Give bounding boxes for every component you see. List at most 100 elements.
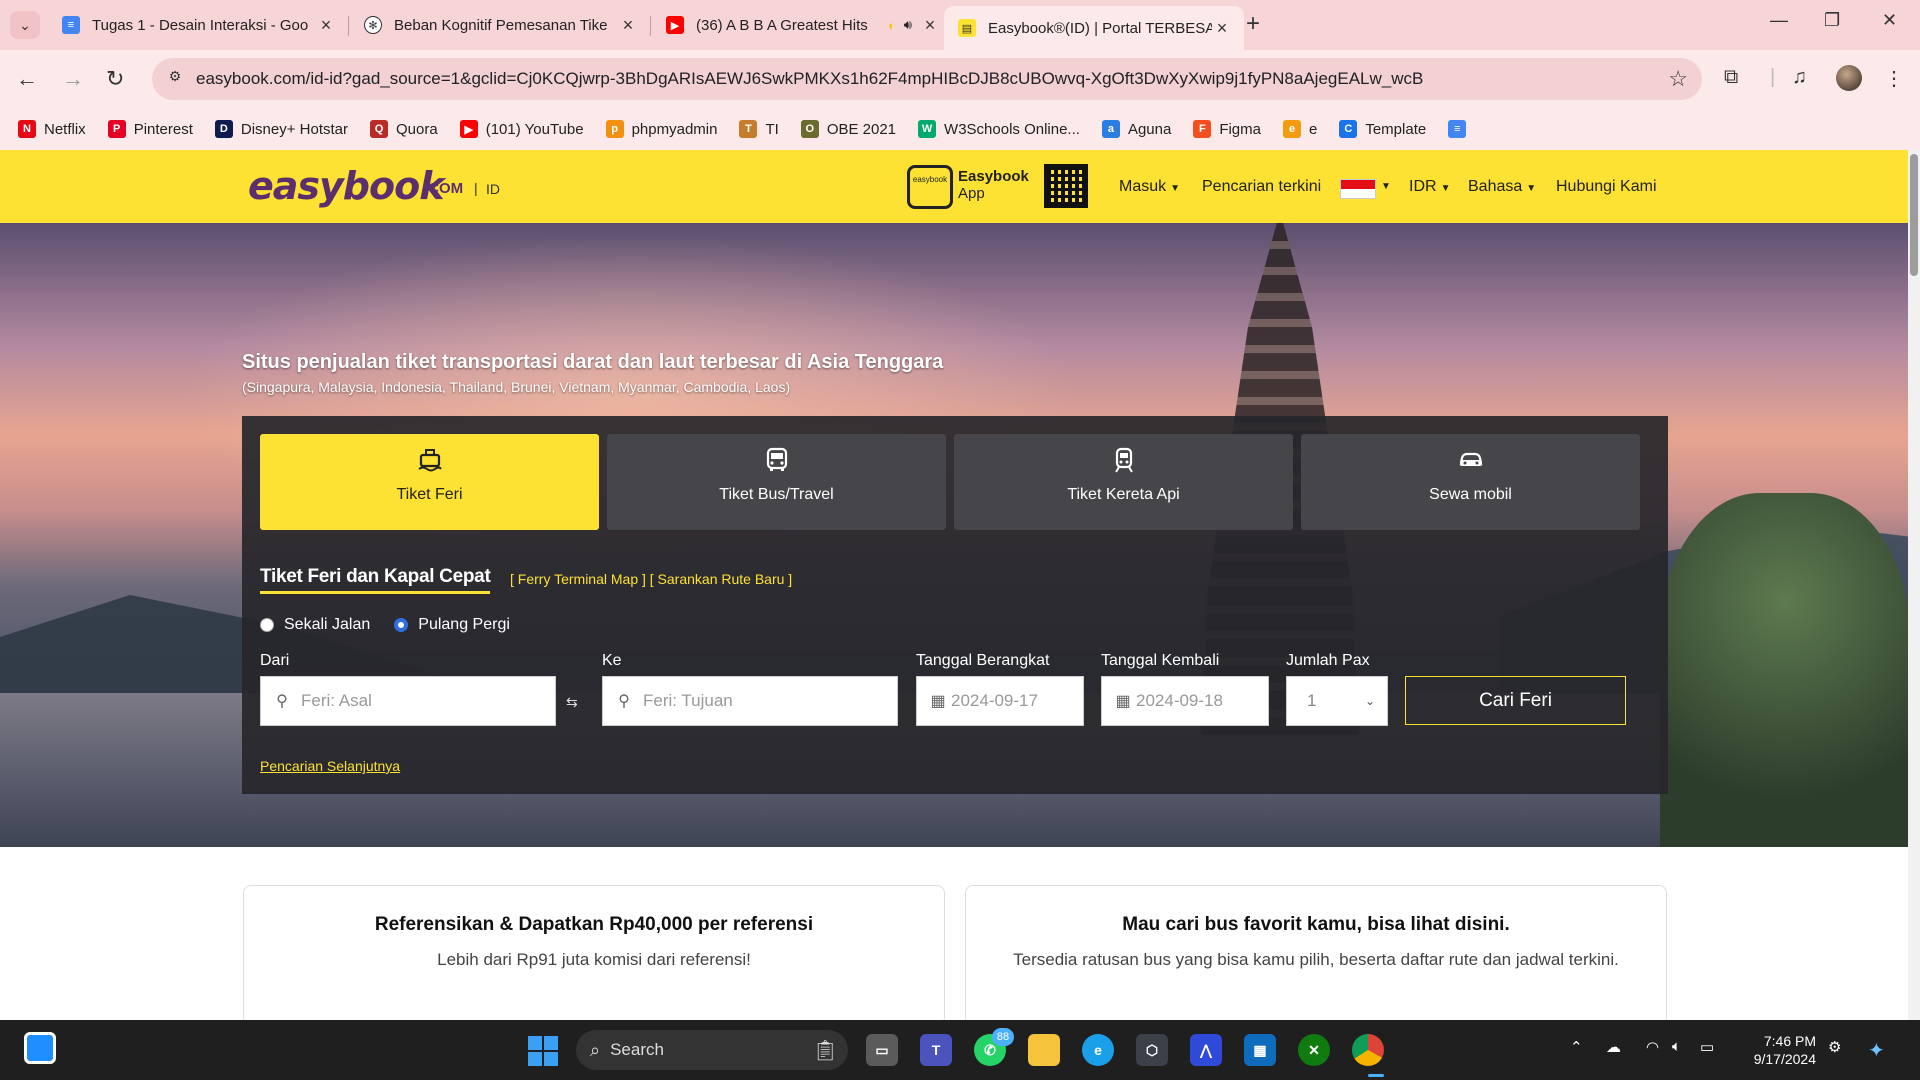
- bookmark-item[interactable]: W W3Schools Online...: [918, 120, 1080, 138]
- to-field[interactable]: ⚲ Feri: Tujuan: [602, 676, 898, 726]
- caret-down-icon: ▼: [1526, 183, 1537, 194]
- one-way-radio[interactable]: [260, 618, 274, 632]
- restore-icon[interactable]: ❐: [1824, 10, 1840, 31]
- bookmark-favicon-icon: N: [18, 120, 36, 138]
- app-link[interactable]: Easybook App: [958, 168, 1029, 202]
- search-ferry-button[interactable]: Cari Feri: [1405, 676, 1626, 725]
- forward-icon[interactable]: →: [62, 66, 84, 92]
- bookmark-item[interactable]: ≡: [1448, 120, 1474, 138]
- app-badge-icon[interactable]: easybook: [907, 165, 953, 209]
- media-control-icon[interactable]: ♫: [1792, 66, 1807, 89]
- url-text[interactable]: easybook.com/id-id?gad_source=1&gclid=Cj…: [196, 69, 1668, 89]
- speaker-icon[interactable]: 🔊︎: [904, 17, 912, 33]
- tray-chevron-icon[interactable]: ⌃: [1570, 1038, 1583, 1056]
- battery-icon[interactable]: ▭: [1700, 1038, 1714, 1056]
- profile-avatar[interactable]: [1836, 65, 1862, 91]
- bookmark-star-icon[interactable]: ☆: [1668, 66, 1688, 92]
- system-clock[interactable]: 7:46 PM 9/17/2024: [1736, 1032, 1816, 1068]
- referral-card[interactable]: Referensikan & Dapatkan Rp40,000 per ref…: [243, 885, 945, 1020]
- scrollbar[interactable]: [1908, 150, 1920, 1020]
- tab-title: Beban Kognitif Pemesanan Tike: [394, 16, 608, 34]
- site-logo[interactable]: easybook: [248, 164, 444, 208]
- new-tab-button[interactable]: +: [1246, 10, 1260, 38]
- bookmark-item[interactable]: a Aguna: [1101, 120, 1172, 138]
- round-trip-radio[interactable]: [394, 618, 409, 632]
- nav-language[interactable]: Bahasa ▼: [1468, 178, 1536, 196]
- widgets-icon[interactable]: [24, 1032, 56, 1064]
- close-icon[interactable]: ×: [1212, 18, 1232, 39]
- wifi-icon[interactable]: ◠: [1646, 1038, 1659, 1056]
- bookmark-item[interactable]: O OBE 2021: [800, 120, 896, 138]
- bookmark-item[interactable]: P Pinterest: [107, 120, 193, 138]
- file-explorer-icon[interactable]: [1028, 1034, 1060, 1066]
- bookmark-item[interactable]: N Netflix: [18, 120, 86, 138]
- from-field[interactable]: ⚲ Feri: Asal: [260, 676, 556, 726]
- bookmark-favicon-icon: W: [918, 120, 937, 138]
- swap-icon[interactable]: ⇆: [566, 694, 578, 711]
- edge-icon[interactable]: e: [1082, 1034, 1114, 1066]
- chrome-icon[interactable]: [1352, 1034, 1384, 1066]
- depart-date-field[interactable]: ▦ 2024-09-17: [916, 676, 1084, 726]
- tab-train[interactable]: Tiket Kereta Api: [954, 434, 1293, 530]
- ferry-links[interactable]: [ Ferry Terminal Map ] [ Sarankan Rute B…: [510, 571, 792, 587]
- close-icon[interactable]: ×: [316, 15, 336, 36]
- tab-separator: [348, 16, 349, 36]
- address-bar[interactable]: ⚙ easybook.com/id-id?gad_source=1&gclid=…: [152, 58, 1702, 100]
- close-icon[interactable]: ×: [920, 15, 940, 36]
- bookmark-item[interactable]: T TI: [739, 120, 779, 138]
- tab-youtube[interactable]: ▶ (36) A B B A Greatest Hits ◐ 🔊︎ ×: [652, 8, 952, 42]
- copilot-icon[interactable]: ✦: [1868, 1038, 1885, 1063]
- caret-down-icon[interactable]: ▼: [1381, 181, 1391, 192]
- app-shield-icon[interactable]: ⬡: [1136, 1034, 1168, 1066]
- tab-search-button[interactable]: ⌄: [10, 11, 40, 39]
- nav-recent-search[interactable]: Pencarian terkini: [1202, 178, 1321, 196]
- nav-login[interactable]: Masuk ▼: [1119, 178, 1180, 196]
- bookmark-item[interactable]: C Template: [1339, 120, 1426, 138]
- menu-icon[interactable]: ⋮: [1884, 66, 1904, 91]
- vscode-like-icon[interactable]: ⋀: [1190, 1034, 1222, 1066]
- close-icon[interactable]: ×: [618, 15, 638, 36]
- return-date-field[interactable]: ▦ 2024-09-18: [1101, 676, 1269, 726]
- scrollbar-thumb[interactable]: [1910, 154, 1918, 276]
- xbox-icon[interactable]: ✕: [1298, 1034, 1330, 1066]
- bookmark-item[interactable]: Q Quora: [370, 120, 438, 138]
- site-info-icon[interactable]: ⚙: [164, 68, 186, 90]
- volume-icon[interactable]: 🔈︎: [1672, 1038, 1681, 1055]
- hero-subtitle: (Singapura, Malaysia, Indonesia, Thailan…: [242, 379, 791, 395]
- bookmark-item[interactable]: ee: [1283, 120, 1317, 138]
- reload-icon[interactable]: ↻: [106, 66, 124, 92]
- minimize-icon[interactable]: —: [1770, 10, 1788, 31]
- trip-type-group: Sekali Jalan Pulang Pergi: [260, 616, 534, 634]
- tab-car-rental[interactable]: Sewa mobil: [1301, 434, 1640, 530]
- bus-card[interactable]: Mau cari bus favorit kamu, bisa lihat di…: [965, 885, 1667, 1020]
- bookmark-item[interactable]: p phpmyadmin: [605, 120, 717, 138]
- extensions-icon[interactable]: ⧉: [1724, 66, 1738, 89]
- tab-chatgpt[interactable]: ✻ Beban Kognitif Pemesanan Tike ×: [350, 8, 650, 42]
- next-search-link[interactable]: Pencarian Selanjutnya: [260, 758, 400, 774]
- tab-ferry[interactable]: Tiket Feri: [260, 434, 599, 530]
- round-trip-label[interactable]: Pulang Pergi: [418, 616, 510, 634]
- tab-bus[interactable]: Tiket Bus/Travel: [607, 434, 946, 530]
- indonesia-flag-icon[interactable]: [1340, 179, 1376, 199]
- car-icon: [1459, 452, 1482, 466]
- settings-gear-icon[interactable]: ⚙: [1828, 1038, 1841, 1056]
- start-button[interactable]: [528, 1036, 558, 1066]
- nav-currency[interactable]: IDR ▼: [1409, 178, 1450, 196]
- bookmark-label: Aguna: [1127, 120, 1172, 138]
- task-view-icon[interactable]: ▭: [866, 1034, 898, 1066]
- back-icon[interactable]: ←: [16, 66, 38, 92]
- tab-easybook[interactable]: ▤ Easybook®(ID) | Portal TERBESA ×: [944, 6, 1244, 50]
- taskbar-search-label: Search: [610, 1040, 664, 1059]
- onedrive-icon[interactable]: ☁: [1606, 1038, 1621, 1056]
- close-window-icon[interactable]: ✕: [1882, 10, 1897, 31]
- bookmark-item[interactable]: ▶ (101) YouTube: [459, 120, 584, 138]
- bookmark-item[interactable]: D Disney+ Hotstar: [214, 120, 348, 138]
- store-icon[interactable]: ▦: [1244, 1034, 1276, 1066]
- tab-docs[interactable]: ≡ Tugas 1 - Desain Interaksi - Goo ×: [48, 8, 348, 42]
- teams-icon[interactable]: T: [920, 1034, 952, 1066]
- bookmark-item[interactable]: F Figma: [1193, 120, 1261, 138]
- taskbar-search[interactable]: ⌕ Search 📋︎: [576, 1030, 848, 1070]
- one-way-label[interactable]: Sekali Jalan: [284, 616, 370, 634]
- nav-contact[interactable]: Hubungi Kami: [1556, 178, 1657, 196]
- pax-select[interactable]: 1 ⌄: [1286, 676, 1388, 726]
